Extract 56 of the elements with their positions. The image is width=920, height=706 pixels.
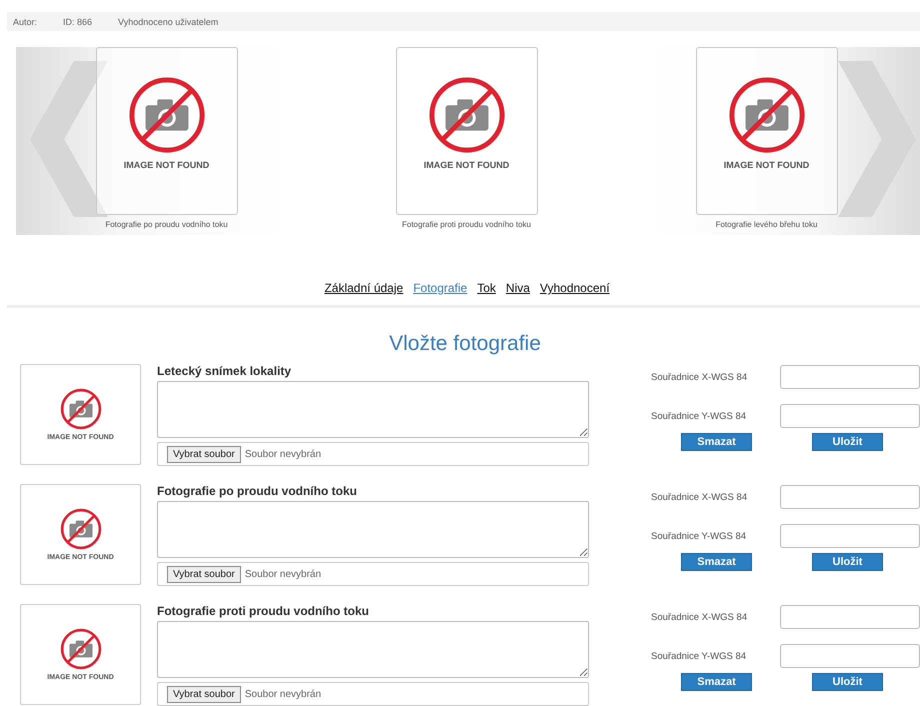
photo-card[interactable]: IMAGE NOT FOUND <box>696 47 838 215</box>
save-button[interactable]: Uložit <box>812 673 883 691</box>
coordinate-field[interactable] <box>780 365 920 389</box>
previous-arrow[interactable] <box>30 59 108 219</box>
coordinate-field[interactable] <box>780 644 920 668</box>
choose-file-button[interactable]: Vybrat soubor <box>167 566 241 582</box>
save-button[interactable]: Uložit <box>812 433 883 451</box>
save-button[interactable]: Uložit <box>812 553 883 571</box>
coordinate-label: Souřadnice X-WGS 84 <box>651 372 748 382</box>
nav-link[interactable]: Vyhodnocení <box>540 281 610 295</box>
file-status: Soubor nevybrán <box>244 568 322 580</box>
coordinate-label: Souřadnice Y-WGS 84 <box>651 530 748 542</box>
delete-button[interactable]: Smazat <box>681 673 752 691</box>
file-status: Soubor nevybrán <box>244 448 322 460</box>
photo-caption: Fotografie proti proudu vodního toku <box>402 220 531 229</box>
coordinate-label: Souřadnice Y-WGS 84 <box>651 410 748 422</box>
info-text: Vyhodnoceno uživatelem <box>118 16 218 26</box>
upload-label: Letecký snímek lokality <box>157 364 292 380</box>
nav-link[interactable]: Niva <box>506 281 530 295</box>
description-field[interactable] <box>157 501 589 558</box>
photo-card[interactable]: IMAGE NOT FOUND <box>96 47 238 215</box>
file-input[interactable]: Vybrat soubor Soubor nevybrán <box>157 442 589 466</box>
coordinate-field[interactable] <box>780 524 920 548</box>
coordinate-label: Souřadnice X-WGS 84 <box>651 492 748 502</box>
coordinate-field[interactable] <box>780 485 920 509</box>
file-input[interactable]: Vybrat soubor Soubor nevybrán <box>157 562 589 586</box>
file-status: Soubor nevybrán <box>244 688 322 700</box>
info-text: ID: 866 <box>63 16 92 26</box>
no-camera-icon <box>128 76 206 154</box>
placeholder-text: IMAGE NOT FOUND <box>124 160 210 170</box>
no-camera-icon <box>728 76 806 154</box>
photo-card[interactable]: IMAGE NOT FOUND <box>396 47 538 215</box>
nav-link[interactable]: Fotografie <box>413 281 468 295</box>
placeholder-text: IMAGE NOT FOUND <box>724 160 810 170</box>
photo-caption: Fotografie po proudu vodního toku <box>105 220 228 229</box>
no-camera-icon <box>428 76 506 154</box>
coordinate-field[interactable] <box>780 404 920 428</box>
choose-file-button[interactable]: Vybrat soubor <box>167 446 241 462</box>
description-field[interactable] <box>157 381 589 438</box>
delete-button[interactable]: Smazat <box>681 433 752 451</box>
nav-link[interactable]: Základní údaje <box>324 281 404 295</box>
section-title: Vložte fotografie <box>388 332 542 356</box>
upload-label: Fotografie proti proudu vodního toku <box>157 604 370 620</box>
file-input[interactable]: Vybrat soubor Soubor nevybrán <box>157 682 589 706</box>
coordinate-label: Souřadnice X-WGS 84 <box>651 612 748 622</box>
info-text: Autor: <box>13 16 38 26</box>
coordinate-label: Souřadnice Y-WGS 84 <box>651 650 748 662</box>
description-field[interactable] <box>157 621 589 678</box>
nav-link[interactable]: Tok <box>477 281 496 295</box>
choose-file-button[interactable]: Vybrat soubor <box>167 686 241 702</box>
placeholder-text: IMAGE NOT FOUND <box>424 160 510 170</box>
photo-caption: Fotografie levého břehu toku <box>716 220 818 229</box>
coordinate-field[interactable] <box>780 605 920 629</box>
next-arrow[interactable] <box>838 59 916 219</box>
delete-button[interactable]: Smazat <box>681 553 752 571</box>
upload-label: Fotografie po proudu vodního toku <box>157 484 358 500</box>
